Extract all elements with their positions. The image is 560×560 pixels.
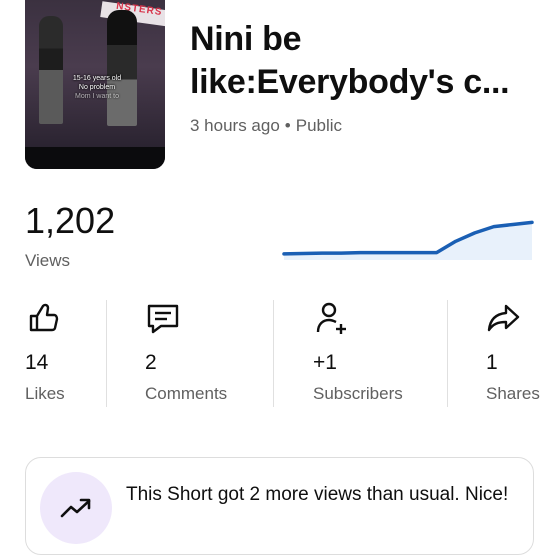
comments-count: 2 xyxy=(145,351,157,374)
video-title[interactable]: Nini be like:Everybody's c... xyxy=(190,18,530,104)
subscribers-label: Subscribers xyxy=(313,384,403,403)
thumbnail-figure-left xyxy=(39,16,63,124)
video-title-line-1: Nini be xyxy=(190,20,302,58)
share-icon xyxy=(487,304,520,332)
insight-card[interactable]: This Short got 2 more views than usual. … xyxy=(25,457,534,555)
video-meta: 3 hours ago • Public xyxy=(190,116,342,136)
video-title-line-2: like:Everybody's c... xyxy=(190,63,510,101)
thumbnail-figure-right xyxy=(107,10,137,126)
thumb-up-icon xyxy=(29,303,59,332)
stat-divider xyxy=(447,300,448,407)
thumbnail-caption-2: No problem xyxy=(78,84,116,91)
shares-label: Shares xyxy=(486,384,540,403)
likes-count: 14 xyxy=(25,351,49,374)
insight-icon-circle xyxy=(40,472,112,544)
insight-message: This Short got 2 more views than usual. … xyxy=(126,484,509,505)
trending-up-icon xyxy=(60,498,91,518)
shares-count: 1 xyxy=(486,351,498,374)
video-time: 3 hours ago xyxy=(190,116,280,135)
likes-label: Likes xyxy=(25,384,65,403)
video-visibility: Public xyxy=(295,116,343,135)
thumbnail-caption-1: 15-16 years old xyxy=(72,75,122,82)
comments-label: Comments xyxy=(145,384,228,403)
comment-icon xyxy=(147,304,179,334)
views-label: Views xyxy=(25,251,71,270)
views-count: 1,202 xyxy=(25,200,116,241)
meta-separator: • xyxy=(284,116,291,135)
video-thumbnail[interactable]: NSTERS 15-16 years old No problem Mom I … xyxy=(25,0,165,169)
stat-divider xyxy=(106,300,107,407)
thumbnail-caption-3: Mom I want to xyxy=(75,93,119,100)
subscribers-count: +1 xyxy=(313,351,337,374)
thumbnail-bottom-bar xyxy=(25,147,165,169)
add-person-icon xyxy=(316,302,346,334)
stat-divider xyxy=(273,300,274,407)
short-analytics-page: NSTERS 15-16 years old No problem Mom I … xyxy=(0,0,560,560)
views-sparkline xyxy=(282,220,534,260)
